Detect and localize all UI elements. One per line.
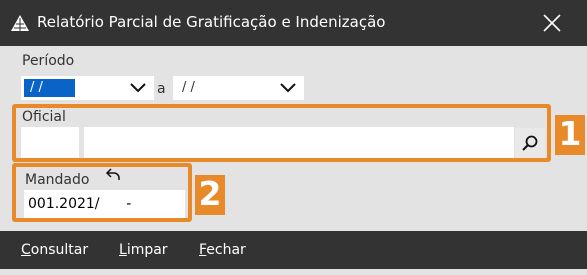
oficial-code-input[interactable]	[21, 127, 79, 158]
oficial-name-input[interactable]	[84, 127, 514, 158]
close-icon	[543, 14, 561, 32]
fechar-button[interactable]: Fechar	[199, 241, 246, 259]
periodo-separator: a	[157, 81, 166, 97]
limpar-accelerator: L	[119, 242, 127, 258]
footer-bar: Consultar Limpar Fechar	[0, 231, 587, 269]
periodo-label: Período	[22, 53, 75, 69]
chevron-down-icon[interactable]	[129, 81, 147, 95]
annotation-badge-1: 1	[555, 115, 585, 155]
app-icon	[11, 15, 29, 31]
periodo-start-value: / /	[24, 79, 75, 97]
limpar-button[interactable]: Limpar	[119, 241, 168, 259]
oficial-search-button[interactable]	[515, 128, 545, 158]
limpar-label: impar	[126, 242, 168, 258]
search-icon	[522, 135, 538, 151]
periodo-end-value: / /	[182, 80, 195, 95]
title-bar: Relatório Parcial de Gratificação e Inde…	[0, 0, 587, 46]
chevron-down-icon[interactable]	[279, 81, 297, 95]
annotation-badge-2: 2	[195, 175, 225, 215]
oficial-label: Oficial	[22, 109, 66, 125]
undo-icon[interactable]	[104, 168, 122, 182]
consultar-accelerator: C	[21, 242, 31, 258]
consultar-label: onsultar	[30, 242, 89, 258]
periodo-end-date-picker[interactable]: / /	[173, 76, 304, 100]
mandado-input[interactable]: 001.2021/ -	[24, 190, 185, 218]
mandado-value: 001.2021/ -	[28, 196, 132, 212]
consultar-button[interactable]: Consultar	[21, 241, 88, 259]
periodo-start-date-picker[interactable]: / /	[21, 76, 154, 100]
close-button[interactable]	[532, 6, 572, 40]
report-dialog: Relatório Parcial de Gratificação e Inde…	[0, 0, 587, 275]
window-title: Relatório Parcial de Gratificação e Inde…	[37, 13, 386, 31]
fechar-label: echar	[206, 242, 246, 258]
mandado-label: Mandado	[25, 172, 90, 188]
